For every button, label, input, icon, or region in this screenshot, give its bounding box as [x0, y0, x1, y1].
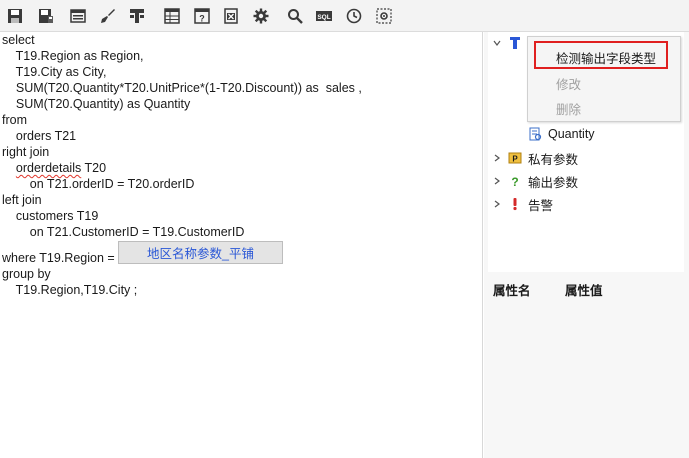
code-line: where T19.Region =	[2, 251, 119, 265]
code-line: on T21.orderID = T20.orderID	[2, 177, 195, 191]
dataset-icon	[508, 36, 522, 50]
table-icon[interactable]	[162, 6, 182, 26]
code-line: select	[2, 33, 35, 47]
svg-text:P: P	[512, 155, 518, 164]
brush-icon[interactable]	[98, 6, 118, 26]
field-icon	[528, 127, 542, 141]
code-line: group by	[2, 267, 51, 281]
code-line: from	[2, 113, 27, 127]
code-text: T20	[81, 161, 107, 175]
tree-item-private-params[interactable]: P 私有参数	[492, 148, 578, 168]
sql-editor[interactable]: select T19.Region as Region, T19.City as…	[0, 32, 483, 458]
code-line: left join	[2, 193, 42, 207]
property-name-header: 属性名	[493, 283, 531, 298]
tree-item-quantity[interactable]: Quantity	[528, 124, 595, 144]
query-help-icon[interactable]: ?	[192, 6, 212, 26]
code-line: T19.Region as Region,	[2, 49, 144, 63]
tree-item-label: 输出参数	[528, 175, 579, 190]
alert-icon	[508, 197, 522, 211]
code-line-orderdetails: orderdetails T20	[2, 160, 106, 176]
settings-box-icon[interactable]	[374, 6, 394, 26]
tree-item-alerts[interactable]: 告警	[492, 194, 553, 214]
chevron-right-icon[interactable]	[492, 153, 502, 163]
svg-text:?: ?	[199, 14, 205, 24]
property-value-header: 属性值	[565, 283, 603, 298]
clock-icon[interactable]	[344, 6, 364, 26]
menu-item-edit[interactable]: 修改	[528, 72, 680, 94]
param-icon: P	[508, 151, 522, 165]
question-icon: ?	[508, 174, 522, 188]
save-as-icon[interactable]	[36, 6, 56, 26]
tree-root-row[interactable]	[492, 33, 528, 53]
save-icon[interactable]	[5, 6, 25, 26]
code-line: orders T21	[2, 129, 77, 143]
sql-icon-label: SQL	[317, 14, 330, 21]
code-line: SUM(T20.Quantity) as Quantity	[2, 97, 191, 111]
hierarchy-icon[interactable]	[127, 6, 147, 26]
code-line: customers T19	[2, 209, 99, 223]
property-header: 属性名 属性值	[484, 278, 689, 300]
chevron-right-icon[interactable]	[492, 176, 502, 186]
chevron-down-icon[interactable]	[492, 38, 502, 48]
gear-icon[interactable]	[251, 6, 271, 26]
region-param-widget[interactable]: 地区名称参数_平铺	[118, 241, 283, 264]
tree-item-label: 告警	[528, 198, 554, 213]
code-line: T19.Region,T19.City ;	[2, 283, 138, 297]
window-icon[interactable]	[68, 6, 88, 26]
tree-item-label: 私有参数	[528, 152, 579, 167]
tree-item-output-params[interactable]: ? 输出参数	[492, 171, 578, 191]
sql-icon[interactable]: SQL	[314, 6, 334, 26]
excel-icon[interactable]	[221, 6, 241, 26]
chevron-right-icon[interactable]	[492, 199, 502, 209]
search-icon[interactable]	[285, 6, 305, 26]
code-line: on T21.CustomerID = T19.CustomerID	[2, 225, 245, 239]
code-line: SUM(T20.Quantity*T20.UnitPrice*(1-T20.Di…	[2, 81, 362, 95]
svg-text:?: ?	[511, 175, 518, 188]
menu-item-delete[interactable]: 删除	[528, 97, 680, 119]
misspelled-word: orderdetails	[15, 161, 82, 175]
toolbar: ? SQL	[0, 0, 689, 32]
code-line: right join	[2, 145, 50, 159]
highlight-box	[534, 41, 668, 69]
code-line: T19.City as City,	[2, 65, 107, 79]
tree-item-label: Quantity	[548, 127, 595, 141]
